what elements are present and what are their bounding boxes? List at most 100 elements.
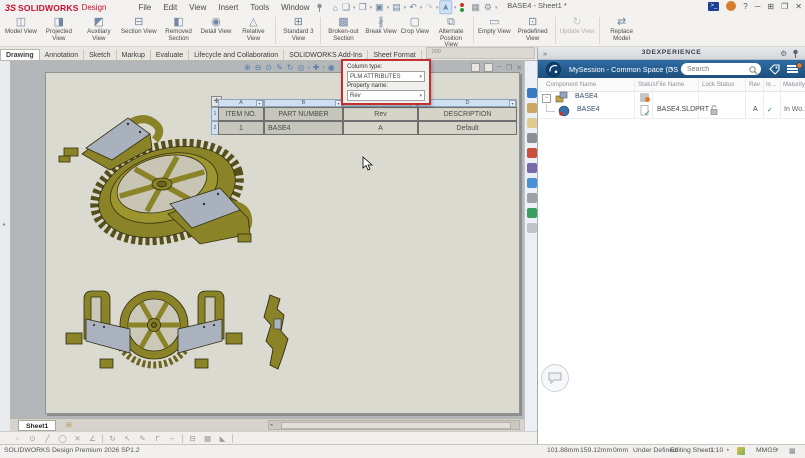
ribbon-button-empty-view[interactable]: ▭Empty View: [476, 15, 513, 46]
bom-header-description[interactable]: DESCRIPTION: [418, 107, 517, 121]
sheet1-tab[interactable]: Sheet1: [18, 420, 56, 431]
col-lock-status[interactable]: Lock Status: [702, 81, 734, 88]
pan-icon[interactable]: ✚: [312, 63, 321, 72]
bom-column-b[interactable]: B: [264, 99, 343, 107]
help-icon[interactable]: ?: [743, 2, 747, 11]
view-orientation-icon[interactable]: ◉: [327, 63, 336, 72]
move-tool-icon[interactable]: ↖: [120, 434, 135, 443]
design-library-icon[interactable]: [527, 103, 537, 113]
menu-insert[interactable]: Insert: [212, 3, 244, 12]
layout-icon[interactable]: ⊞: [767, 2, 774, 11]
minimize-icon[interactable]: ─: [755, 2, 761, 11]
appearances-icon[interactable]: [527, 148, 537, 158]
zoom-in-out-icon[interactable]: ⊙: [264, 63, 273, 72]
home-icon[interactable]: ⌂: [331, 3, 340, 13]
session-selector-label[interactable]: MySession - Common Space (DS -...: [569, 65, 681, 74]
bom-header-rev[interactable]: Rev: [343, 107, 418, 121]
doc-minimize-icon[interactable]: ─: [497, 64, 502, 71]
expand-tree-icon[interactable]: ◂: [2, 221, 5, 228]
column-type-select[interactable]: PLM ATTRIBUTES▾: [347, 71, 425, 82]
col-component-name[interactable]: Component Name: [546, 81, 596, 88]
panel-gear-icon[interactable]: ⚙: [780, 49, 787, 58]
expand-node-icon[interactable]: −: [542, 94, 551, 103]
scale-caret-icon[interactable]: ▸: [727, 447, 730, 453]
menu-view[interactable]: View: [183, 3, 212, 12]
menu-tools[interactable]: Tools: [244, 3, 275, 12]
menu-file[interactable]: File: [132, 3, 157, 12]
file-explorer-icon[interactable]: [527, 118, 537, 128]
rotate-tool-icon[interactable]: ↻: [105, 434, 120, 443]
chamfer-tool-icon[interactable]: ◣: [215, 434, 230, 443]
add-sheet-icon[interactable]: ⊞: [66, 421, 72, 429]
redo-icon[interactable]: ↷: [423, 2, 435, 13]
doc-tool-icon[interactable]: [484, 63, 493, 72]
ribbon-button-crop-view[interactable]: ▢Crop View: [399, 15, 431, 46]
col-is-latest[interactable]: Is ..: [766, 81, 776, 88]
ribbon-button-model-view[interactable]: ◫Model View: [3, 15, 39, 46]
ribbon-button-alternate-position-view[interactable]: ⧉Alternate Position View: [431, 15, 471, 46]
line-tool-icon[interactable]: ╱: [40, 434, 55, 443]
property-name-select[interactable]: Rev▾: [347, 90, 425, 101]
search-icon[interactable]: [749, 66, 758, 75]
forum-icon[interactable]: [527, 208, 537, 218]
scroll-left-icon[interactable]: ◂: [270, 421, 273, 430]
col-rev[interactable]: Rev: [749, 81, 760, 88]
task-pane-toggle-icon[interactable]: ▦: [789, 447, 795, 455]
user-avatar[interactable]: [726, 1, 736, 11]
sketch-tool-icon[interactable]: ✎: [135, 434, 150, 443]
tab-drawing[interactable]: Drawing: [0, 49, 40, 60]
ribbon-button-break-view[interactable]: ∦Break View: [363, 15, 398, 46]
save-icon[interactable]: ▣: [373, 2, 386, 13]
bom-cell-part-number[interactable]: BASE4: [264, 121, 343, 135]
bom-cell-rev[interactable]: A: [343, 121, 418, 135]
assistant-chat-bubble[interactable]: [541, 364, 569, 392]
corner-tool-icon[interactable]: Γ: [150, 434, 165, 443]
ribbon-button-update-view[interactable]: ↻Update View: [558, 15, 597, 46]
unlocked-icon[interactable]: [709, 105, 719, 116]
ribbon-button-standard-3-view[interactable]: ⊞Standard 3 View: [278, 15, 318, 46]
zoom-area-icon[interactable]: ⊖: [254, 63, 263, 72]
tag-icon[interactable]: [769, 64, 780, 75]
pan-caret-icon[interactable]: ▾: [322, 65, 324, 71]
ribbon-button-projected-view[interactable]: ◨Projected View: [39, 15, 79, 46]
select-tool-icon[interactable]: ➤: [440, 1, 453, 15]
pin-menu-icon[interactable]: [316, 3, 323, 12]
ribbon-button-removed-section[interactable]: ◧Removed Section: [159, 15, 199, 46]
print-icon[interactable]: ▤: [390, 2, 403, 13]
component-row-child[interactable]: BASE4 ✓ BASE4.SLDPRT A ✓ In Wo..: [538, 104, 805, 117]
3dexperience-tab-icon[interactable]: [527, 88, 537, 98]
document-recovery-icon[interactable]: [527, 193, 537, 203]
menu-window[interactable]: Window: [275, 3, 315, 12]
bom-cell-item-no[interactable]: 1: [218, 121, 264, 135]
pattern-tool-icon[interactable]: ▦: [200, 434, 215, 443]
tab-sketch[interactable]: Sketch: [84, 50, 116, 60]
tab-markup[interactable]: Markup: [117, 50, 151, 60]
angle-tool-icon[interactable]: ∠: [85, 434, 100, 443]
col-maturity-state[interactable]: Maturity St..: [783, 81, 805, 88]
scrollbar-thumb[interactable]: [281, 422, 511, 429]
sheet-scale-label[interactable]: 1:10: [710, 447, 723, 454]
bom-column-a-menu-icon[interactable]: ▾: [256, 100, 263, 107]
ribbon-button-predefined-view[interactable]: ⊡Predefined View: [513, 15, 553, 46]
sheet-properties-icon[interactable]: [737, 447, 745, 455]
doc-restore-icon[interactable]: ❐: [506, 64, 512, 72]
side-drawing-view[interactable]: [250, 291, 294, 375]
panel-pin-icon[interactable]: [792, 49, 799, 58]
zoom-fit-icon[interactable]: ⊕: [243, 63, 252, 72]
top-scrollbar[interactable]: 200: [426, 47, 535, 59]
bom-header-item-no[interactable]: ITEM NO.: [218, 107, 264, 121]
ribbon-button-relative-view[interactable]: △Relative View: [233, 15, 273, 46]
drawing-viewport[interactable]: ⊕ ⊖ ⊙ ✎ ↻ ◎ ▾ ✚ ▾ ◉ ─ ❐ ✕: [10, 61, 524, 418]
previous-view-icon[interactable]: ↻: [286, 63, 295, 72]
component-name[interactable]: BASE4: [575, 93, 598, 100]
restore-icon[interactable]: ❐: [781, 2, 788, 11]
view-settings-icon[interactable]: ◎: [297, 63, 306, 72]
3ds-compass-icon[interactable]: [546, 62, 561, 77]
units-caret-icon[interactable]: ▾: [776, 447, 779, 453]
ribbon-button-section-view[interactable]: ⊟Section View: [119, 15, 159, 46]
tab-annotation[interactable]: Annotation: [40, 50, 84, 60]
point-tool-icon[interactable]: ◦: [10, 434, 25, 443]
tab-evaluate[interactable]: Evaluate: [151, 50, 189, 60]
session-caret-icon[interactable]: ▾: [670, 66, 673, 72]
component-name[interactable]: BASE4: [577, 106, 600, 113]
